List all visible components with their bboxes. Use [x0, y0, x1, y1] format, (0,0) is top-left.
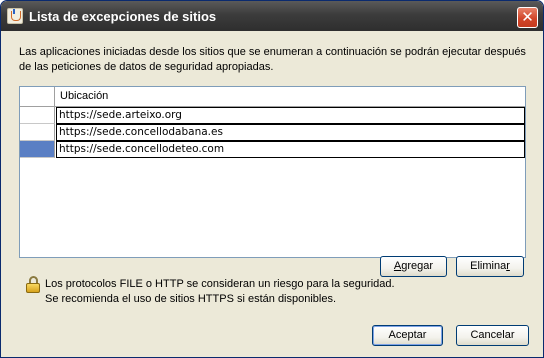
table-row[interactable]: https://sede.arteixo.org — [20, 107, 525, 124]
close-icon: ✕ — [521, 9, 534, 26]
remove-button-mnemonic: r — [506, 260, 510, 272]
security-warning: Los protocolos FILE o HTTP se consideran… — [45, 277, 395, 307]
remove-button-label-prefix: Elimina — [470, 260, 507, 272]
column-header-location: Ubicación — [60, 90, 109, 102]
java-cup-icon — [7, 8, 23, 24]
header-selector-column — [20, 87, 55, 106]
site-url-cell[interactable]: https://sede.concellodeteo.com — [56, 141, 525, 158]
cancel-button[interactable]: Cancelar — [456, 325, 529, 346]
description-text: Las aplicaciones iniciadas desde los sit… — [19, 46, 526, 73]
site-exception-dialog: Lista de excepciones de sitios ✕ Las apl… — [0, 0, 544, 358]
dialog-body: Las aplicaciones iniciadas desde los sit… — [1, 31, 543, 357]
title-bar[interactable]: Lista de excepciones de sitios ✕ — [1, 1, 543, 31]
add-button[interactable]: Agregar — [380, 256, 447, 277]
window-title: Lista de excepciones de sitios — [29, 9, 217, 24]
row-selector-cell[interactable] — [20, 124, 55, 141]
table-row[interactable]: https://sede.concellodabana.es — [20, 124, 525, 141]
accept-button[interactable]: Aceptar — [372, 325, 443, 346]
add-button-label-rest: gregar — [401, 260, 434, 272]
security-warning-line-1: Los protocolos FILE o HTTP se consideran… — [45, 278, 395, 290]
exception-site-table[interactable]: Ubicación https://sede.arteixo.org https… — [19, 86, 526, 258]
table-row-selected[interactable]: https://sede.concellodeteo.com — [20, 141, 525, 158]
remove-button[interactable]: Eliminar — [456, 256, 524, 277]
security-warning-line-2: Se recomienda el uso de sitios HTTPS si … — [45, 293, 337, 305]
row-selector-cell[interactable] — [20, 107, 55, 124]
close-button[interactable]: ✕ — [517, 7, 538, 28]
table-header: Ubicación — [20, 87, 525, 107]
row-selector-cell[interactable] — [20, 141, 55, 158]
site-url-cell[interactable]: https://sede.arteixo.org — [56, 107, 525, 124]
site-url-cell[interactable]: https://sede.concellodabana.es — [56, 124, 525, 141]
lock-icon — [25, 276, 41, 294]
